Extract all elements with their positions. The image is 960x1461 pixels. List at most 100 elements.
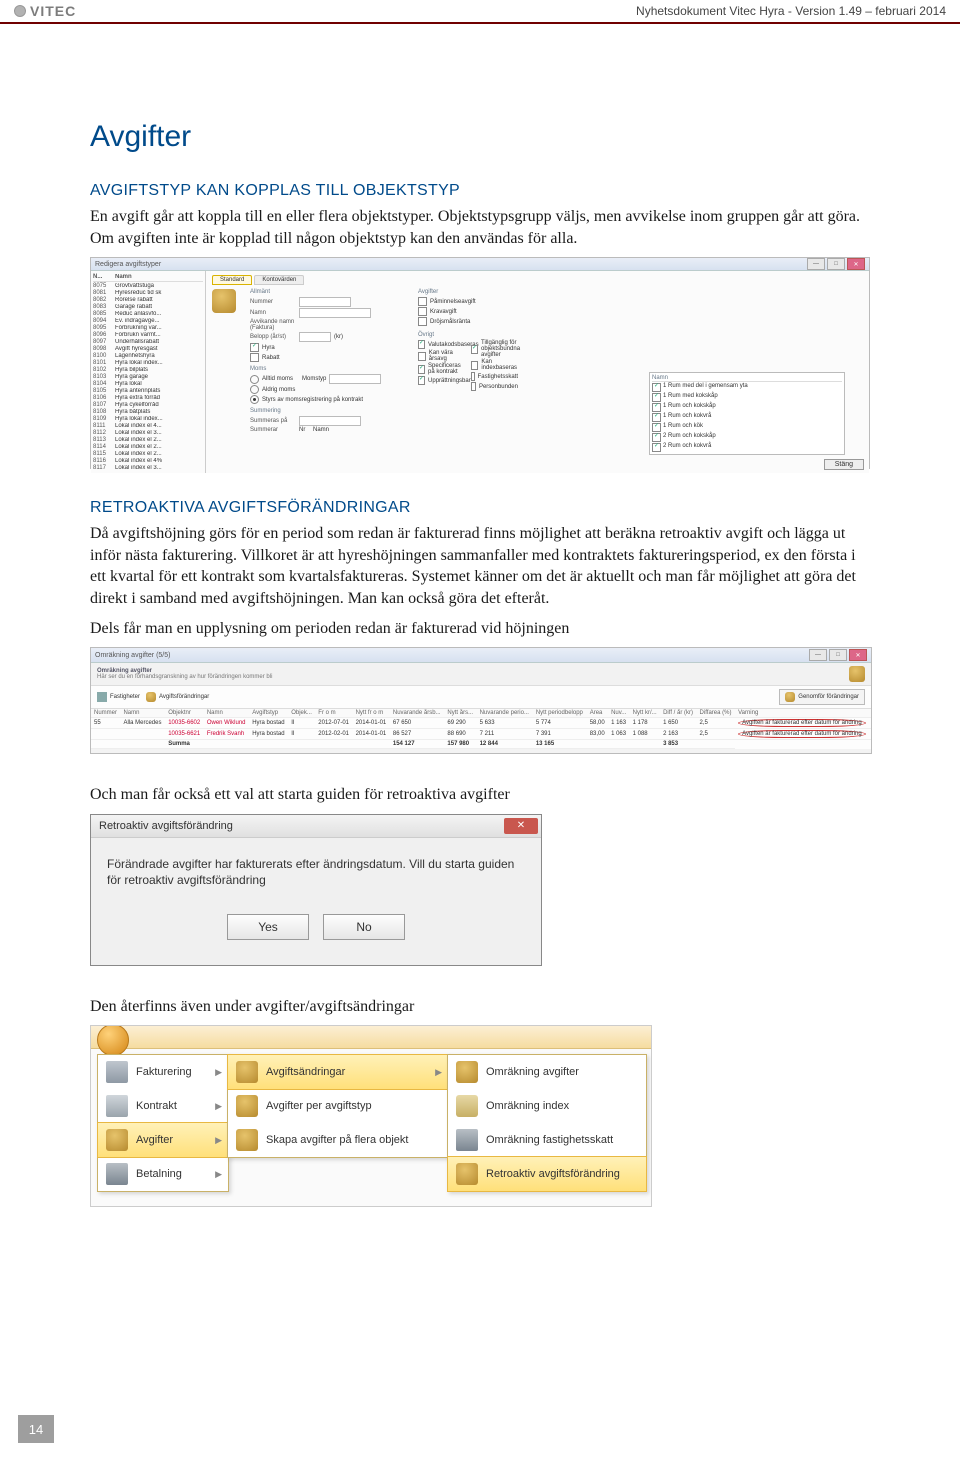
close-button[interactable]: ✕ xyxy=(847,258,865,270)
list-item[interactable]: 8113Lokal index el 2... xyxy=(93,436,203,443)
list-item[interactable]: 1 Rum och kök xyxy=(652,423,842,433)
list-item[interactable]: 8112Lokal index el 3... xyxy=(93,429,203,436)
list-item[interactable]: 8109Hyra lokal index... xyxy=(93,415,203,422)
minimize-button[interactable]: — xyxy=(807,258,825,270)
tab-fastigheter[interactable]: Fastigheter xyxy=(97,692,140,702)
checkbox[interactable] xyxy=(418,297,427,306)
list-item[interactable]: 8102Hyra bilplats xyxy=(93,366,203,373)
list-item[interactable]: 8097Underhållsrabatt xyxy=(93,338,203,345)
list-item[interactable]: 2 Rum och kokskåp xyxy=(652,433,842,443)
menu-col2: Avgiftsändringar▶Avgifter per avgiftstyp… xyxy=(227,1054,449,1158)
list-item[interactable]: 2 Rum och kokvrå xyxy=(652,443,842,453)
tab-standard[interactable]: Standard xyxy=(212,275,252,285)
checkbox[interactable] xyxy=(471,382,476,391)
list-item[interactable]: 8083Garage rabatt xyxy=(93,303,203,310)
dialog-titlebar: Retroaktiv avgiftsförändring ✕ xyxy=(91,815,541,838)
chevron-right-icon: ▶ xyxy=(435,1067,442,1078)
list-item[interactable]: 8095Förbrukning var... xyxy=(93,324,203,331)
objektstyp-list[interactable]: Namn 1 Rum med del i gemensam yta1 Rum m… xyxy=(649,372,845,455)
list-item[interactable]: 8098Avgift hyresgäst xyxy=(93,345,203,352)
checkbox[interactable] xyxy=(418,376,425,385)
styr-moms-radio[interactable] xyxy=(250,395,259,404)
momstyp-select[interactable] xyxy=(329,374,381,384)
list-item[interactable]: 8094Ev. indragavge... xyxy=(93,317,203,324)
checkbox[interactable] xyxy=(418,317,427,326)
menu-item[interactable]: Avgiftsändringar▶ xyxy=(227,1054,449,1090)
table-row[interactable]: 55Alla Mercedes10035-6602Owen WiklundHyr… xyxy=(91,718,871,729)
list-item[interactable]: 8101Hyra lokal index... xyxy=(93,359,203,366)
list-item[interactable]: 8111Lokal index el 4... xyxy=(93,422,203,429)
tab-kontovarden[interactable]: Kontovärden xyxy=(254,275,304,285)
window-titlebar: Omräkning avgifter (5/5) — □ ✕ xyxy=(91,648,871,663)
menu-item[interactable]: Omräkning index xyxy=(448,1089,646,1123)
checkbox[interactable] xyxy=(471,372,475,381)
summeraspa-select[interactable] xyxy=(299,416,361,426)
aldrig-moms-radio[interactable] xyxy=(250,385,259,394)
alltid-moms-radio[interactable] xyxy=(250,375,259,384)
list-item[interactable]: 8117Lokal index el 3... xyxy=(93,464,203,471)
list-item[interactable]: 8107Hyra cykelförråd xyxy=(93,401,203,408)
checkbox[interactable] xyxy=(471,345,478,354)
list-item[interactable]: 8100Lägenhetshyra xyxy=(93,352,203,359)
table-sum-row: Summa154 127157 98012 84413 1653 853 xyxy=(91,740,871,749)
tab-avgiftsforandringar[interactable]: Avgiftsförändringar xyxy=(146,692,209,702)
minimize-button[interactable]: — xyxy=(809,649,827,661)
close-button[interactable]: ✕ xyxy=(504,818,538,834)
tabs: Standard Kontovärden xyxy=(212,275,863,285)
chevron-right-icon: ▶ xyxy=(215,1101,222,1112)
list-item[interactable]: 8081Hyresreduc tid sk xyxy=(93,289,203,296)
list-item[interactable]: 8105Hyra antennplats xyxy=(93,387,203,394)
menu-item[interactable]: Fakturering▶ xyxy=(98,1055,228,1089)
list-item[interactable]: 8075Grovtvättstuga xyxy=(93,282,203,289)
list-item[interactable]: 8114Lokal index el 2... xyxy=(93,443,203,450)
bag-icon xyxy=(236,1095,258,1117)
list-item[interactable]: 8104Hyra lokal xyxy=(93,380,203,387)
list-item[interactable]: 1 Rum och kokskåp xyxy=(652,403,842,413)
namn-input[interactable] xyxy=(299,308,371,318)
menu-item[interactable]: Avgifter▶ xyxy=(97,1122,229,1158)
table-row[interactable]: 10035-6621Fredrik SvanhHyra bostadII2012… xyxy=(91,729,871,740)
menu-item[interactable]: Retroaktiv avgiftsförändring xyxy=(447,1156,647,1192)
checkbox[interactable] xyxy=(418,340,425,349)
yes-button[interactable]: Yes xyxy=(227,914,309,940)
nummer-input[interactable] xyxy=(299,297,351,307)
menu-item[interactable]: Kontrakt▶ xyxy=(98,1089,228,1123)
screenshot-omrakning-avgifter: Omräkning avgifter (5/5) — □ ✕ Omräkning… xyxy=(90,647,872,754)
no-button[interactable]: No xyxy=(323,914,405,940)
list-item[interactable]: 8096Förbrukn varmt... xyxy=(93,331,203,338)
genomfor-button[interactable]: Genomför förändringar xyxy=(779,689,865,705)
menu-item[interactable]: Betalning▶ xyxy=(98,1157,228,1191)
list-item[interactable]: 8115Lokal index el 2... xyxy=(93,450,203,457)
app-orb-button[interactable] xyxy=(97,1025,129,1056)
bag-icon xyxy=(456,1163,478,1185)
rabatt-checkbox[interactable] xyxy=(250,353,259,362)
maximize-button[interactable]: □ xyxy=(827,258,845,270)
list-item[interactable]: 8116Lokal index el 4% xyxy=(93,457,203,464)
list-item[interactable]: 8103Hyra garage xyxy=(93,373,203,380)
list-item[interactable]: 1 Rum med del i gemensam yta xyxy=(652,383,842,393)
checkbox[interactable] xyxy=(418,352,426,361)
checkbox[interactable] xyxy=(418,307,427,316)
window-titlebar: Redigera avgiftstyper — □ ✕ xyxy=(91,258,869,271)
belopp-input[interactable] xyxy=(299,332,331,342)
stang-button[interactable]: Stäng xyxy=(824,459,864,470)
close-button[interactable]: ✕ xyxy=(849,649,867,661)
list-item[interactable]: 8106Hyra extra förråd xyxy=(93,394,203,401)
list-item[interactable]: 8085Reduc anläsvfö... xyxy=(93,310,203,317)
list-item[interactable]: 1 Rum med kokskåp xyxy=(652,393,842,403)
menu-item[interactable]: Avgifter per avgiftstyp xyxy=(228,1089,448,1123)
menu-item[interactable]: Omräkning avgifter xyxy=(448,1055,646,1089)
maximize-button[interactable]: □ xyxy=(829,649,847,661)
section-body: Då avgiftshöjning görs för en period som… xyxy=(90,523,870,609)
list-item[interactable]: 8082Rörelse rabatt xyxy=(93,296,203,303)
list-item[interactable]: 8108Hyra båtplats xyxy=(93,408,203,415)
avgiftstyp-list[interactable]: N...Namn 8075Grovtvättstuga8081Hyresredu… xyxy=(91,271,206,473)
menu-item[interactable]: Skapa avgifter på flera objekt xyxy=(228,1123,448,1157)
menu-item[interactable]: Omräkning fastighetsskatt xyxy=(448,1123,646,1157)
checkbox[interactable] xyxy=(418,365,425,374)
checkbox[interactable] xyxy=(471,361,478,370)
window-buttons: — □ ✕ xyxy=(807,258,865,270)
hyra-checkbox[interactable] xyxy=(250,343,259,352)
bag-icon xyxy=(236,1129,258,1151)
list-item[interactable]: 1 Rum och kokvrå xyxy=(652,413,842,423)
